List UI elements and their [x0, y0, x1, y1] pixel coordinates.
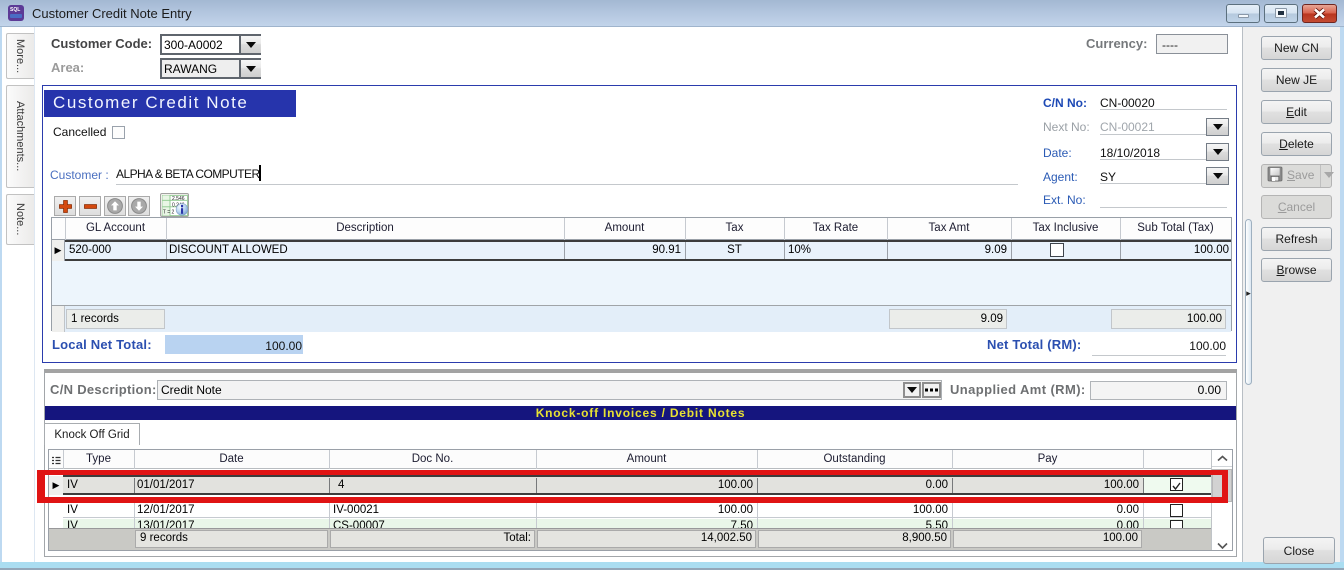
- svg-text:2.546: 2.546: [172, 196, 185, 202]
- svg-text:T = 2: T = 2: [163, 209, 175, 215]
